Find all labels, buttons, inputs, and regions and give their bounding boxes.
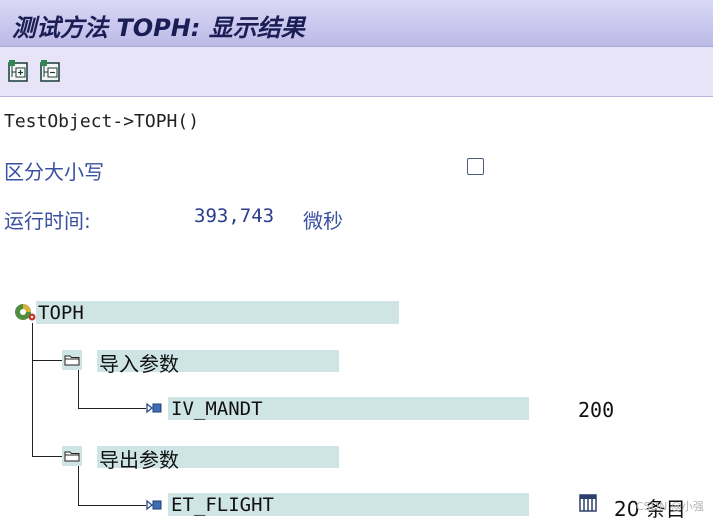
tree-root-label[interactable]: TOPH: [38, 302, 84, 324]
expand-tree-icon: [8, 60, 28, 82]
tree-line-export-horizontal: [32, 456, 62, 457]
export-params-label[interactable]: 导出参数: [99, 444, 179, 473]
collapse-all-button[interactable]: [40, 59, 62, 83]
title-bar: 测试方法 TOPH: 显示结果: [0, 0, 713, 47]
runtime-unit: 微秒: [303, 209, 343, 233]
tree-line-export-vertical: [78, 466, 79, 505]
tree-line-root-vertical: [32, 323, 33, 457]
import-params-label[interactable]: 导入参数: [99, 348, 179, 377]
tree-line-import-vertical: [78, 370, 79, 408]
method-signature: TestObject->TOPH(): [4, 111, 200, 132]
tree-line-import-param-horizontal: [78, 408, 146, 409]
export-parameter-icon: [146, 499, 162, 511]
case-sensitive-label: 区分大小写: [4, 160, 104, 184]
tree-line-export-param-horizontal: [78, 505, 146, 506]
collapse-tree-icon: [40, 60, 60, 82]
watermark: CSDN @小强: [636, 500, 704, 513]
expand-all-button[interactable]: [8, 59, 30, 83]
param-name-iv-mandt[interactable]: IV_MANDT: [171, 398, 263, 420]
function-module-icon: [15, 304, 36, 321]
tree-root-highlight: [36, 301, 399, 324]
import-parameter-icon: [146, 402, 162, 414]
runtime-label: 运行时间:: [4, 209, 91, 233]
table-icon[interactable]: [579, 494, 597, 512]
param-name-et-flight[interactable]: ET_FLIGHT: [171, 494, 274, 516]
param-value-iv-mandt: 200: [578, 398, 615, 422]
tree-line-import-horizontal: [32, 360, 62, 361]
window-title: 测试方法 TOPH: 显示结果: [12, 14, 305, 42]
case-sensitive-checkbox[interactable]: [467, 158, 484, 175]
toolbar: [0, 47, 713, 97]
folder-icon: [64, 355, 80, 366]
runtime-value: 393,743: [194, 205, 275, 227]
folder-icon: [64, 451, 80, 462]
